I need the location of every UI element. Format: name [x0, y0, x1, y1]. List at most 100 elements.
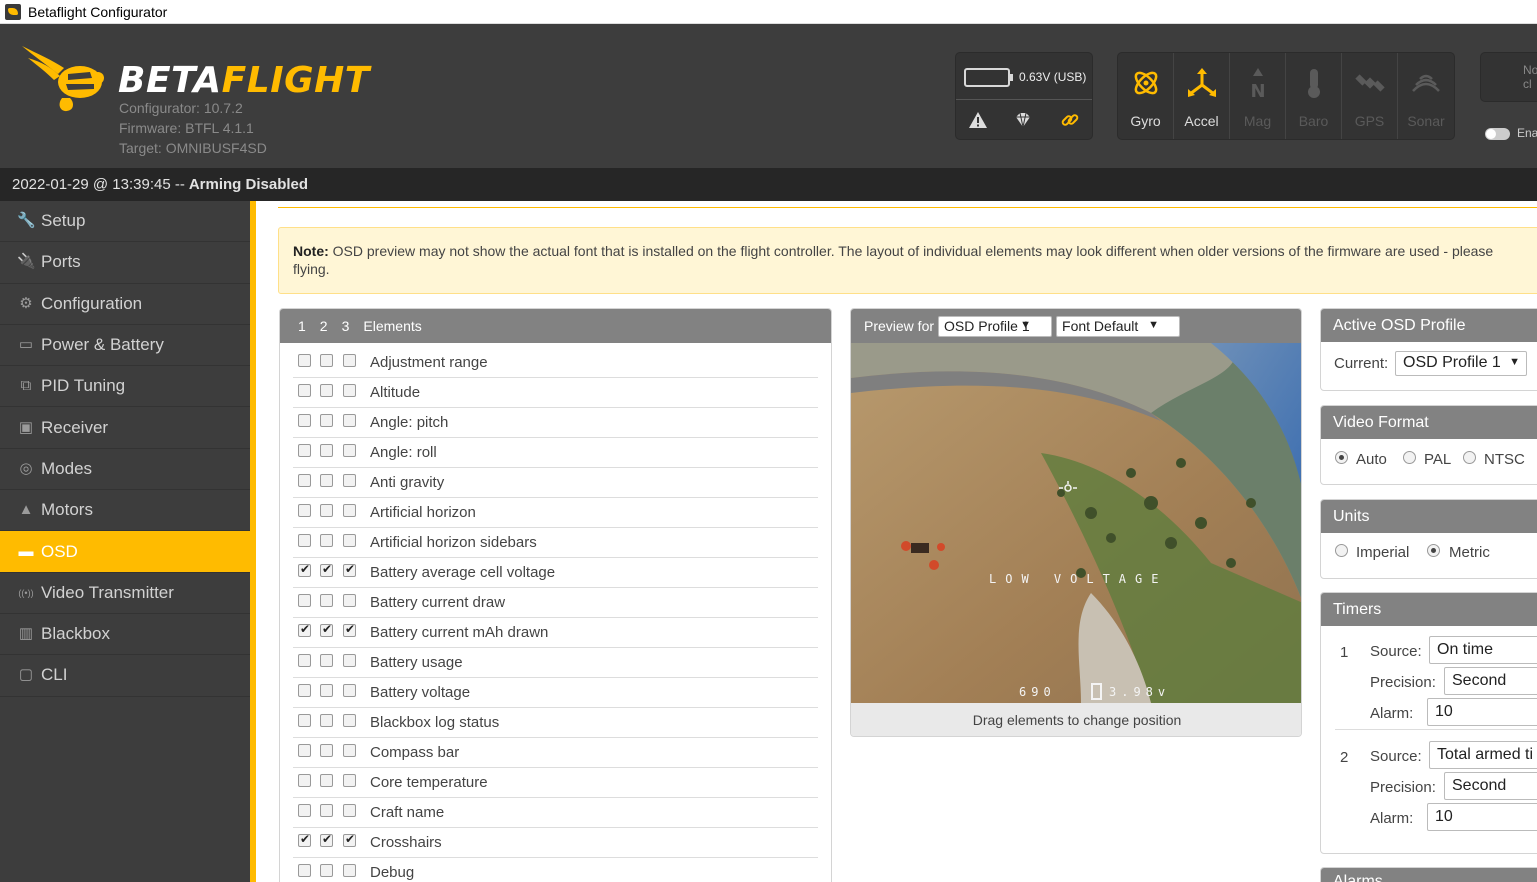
element-profile-checkbox[interactable]	[320, 744, 333, 757]
element-profile-checkbox[interactable]	[298, 414, 311, 427]
element-profile-checkbox[interactable]	[343, 744, 356, 757]
sidebar-item-motors[interactable]: ▲ Motors	[0, 490, 250, 532]
element-profile-checkbox[interactable]	[320, 654, 333, 667]
element-profile-checkbox[interactable]	[320, 832, 333, 847]
element-profile-checkbox[interactable]	[298, 504, 311, 517]
element-profile-checkbox[interactable]	[298, 594, 311, 607]
timer-precision-select[interactable]: Second	[1444, 667, 1537, 695]
element-profile-checkbox[interactable]	[343, 654, 356, 667]
element-profile-checkbox[interactable]	[298, 684, 311, 697]
element-profile-checkbox[interactable]	[343, 684, 356, 697]
element-profile-checkbox[interactable]	[320, 804, 333, 817]
font-select[interactable]: Font Default ▼	[1056, 315, 1181, 337]
element-profile-checkbox[interactable]	[298, 714, 311, 727]
element-label: Artificial horizon sidebars	[370, 534, 537, 551]
element-profile-checkbox[interactable]	[320, 864, 333, 877]
sidebar-item-pid-tuning[interactable]: ⧉ PID Tuning	[0, 366, 250, 408]
element-label: Battery usage	[370, 654, 463, 671]
element-label: Angle: pitch	[370, 414, 449, 431]
element-profile-checkbox[interactable]	[298, 534, 311, 547]
expert-mode-toggle[interactable]	[1485, 128, 1510, 140]
element-profile-checkbox[interactable]	[298, 654, 311, 667]
element-profile-checkbox[interactable]	[298, 562, 311, 577]
element-profile-checkbox[interactable]	[320, 444, 333, 457]
element-profile-checkbox[interactable]	[343, 474, 356, 487]
gps-icon	[1355, 74, 1385, 92]
sidebar-item-power-battery[interactable]: ▭ Power & Battery	[0, 325, 250, 367]
element-profile-checkbox[interactable]	[320, 594, 333, 607]
sidebar-item-blackbox[interactable]: ▥ Blackbox	[0, 614, 250, 656]
element-profile-checkbox[interactable]	[343, 504, 356, 517]
sidebar-item-modes[interactable]: ◎ Modes	[0, 449, 250, 491]
element-profile-checkbox[interactable]	[298, 444, 311, 457]
element-profile-checkbox[interactable]	[320, 384, 333, 397]
element-profile-checkbox[interactable]	[343, 562, 356, 577]
timer-source-select[interactable]: Total armed ti	[1429, 741, 1537, 769]
video-format-auto-radio[interactable]	[1335, 451, 1348, 464]
link-icon[interactable]	[1059, 109, 1081, 131]
units-imperial-radio[interactable]	[1335, 544, 1348, 557]
element-profile-checkbox[interactable]	[320, 714, 333, 727]
timer-precision-label: Precision:	[1370, 674, 1436, 691]
osd-warning-text[interactable]: LOW VOLTAGE	[989, 572, 1167, 586]
element-profile-checkbox[interactable]	[343, 594, 356, 607]
element-profile-checkbox[interactable]	[320, 534, 333, 547]
element-profile-checkbox[interactable]	[320, 622, 333, 637]
element-profile-checkbox[interactable]	[320, 354, 333, 367]
element-profile-checkbox[interactable]	[343, 832, 356, 847]
sidebar-item-setup[interactable]: 🔧 Setup	[0, 201, 250, 243]
osd-preview-image[interactable]	[851, 343, 1302, 703]
element-profile-checkbox[interactable]	[298, 864, 311, 877]
element-profile-checkbox[interactable]	[298, 622, 311, 637]
element-profile-checkbox[interactable]	[343, 384, 356, 397]
element-profile-checkbox[interactable]	[343, 414, 356, 427]
element-profile-checkbox[interactable]	[298, 832, 311, 847]
plug-icon: 🔌	[17, 253, 36, 271]
element-profile-checkbox[interactable]	[320, 774, 333, 787]
accel-icon	[1188, 68, 1216, 97]
units-metric-radio[interactable]	[1427, 544, 1440, 557]
element-profile-checkbox[interactable]	[343, 864, 356, 877]
connect-button[interactable]: No cl	[1480, 52, 1537, 102]
preview-profile-select[interactable]: OSD Profile 1 ▼	[938, 315, 1053, 337]
window-titlebar: Betaflight Configurator	[0, 0, 1537, 24]
sidebar-item-cli[interactable]: ▢ CLI	[0, 655, 250, 697]
element-profile-checkbox[interactable]	[320, 684, 333, 697]
element-profile-checkbox[interactable]	[298, 744, 311, 757]
element-profile-checkbox[interactable]	[343, 774, 356, 787]
timer-alarm-input[interactable]: 10	[1427, 698, 1537, 726]
element-profile-checkbox[interactable]	[343, 534, 356, 547]
osd-cell-voltage[interactable]: 3.98v	[1109, 685, 1170, 699]
element-profile-checkbox[interactable]	[343, 622, 356, 637]
element-profile-checkbox[interactable]	[298, 804, 311, 817]
sidebar-item-ports[interactable]: 🔌 Ports	[0, 242, 250, 284]
element-profile-checkbox[interactable]	[343, 804, 356, 817]
sidebar-item-receiver[interactable]: ▣ Receiver	[0, 407, 250, 449]
vtx-icon: ((•))	[18, 587, 34, 598]
osd-battery-icon[interactable]	[1091, 683, 1102, 700]
battery-voltage: 0.63V (USB)	[1019, 70, 1087, 84]
element-profile-checkbox[interactable]	[343, 354, 356, 367]
timer-alarm-input[interactable]: 10	[1427, 803, 1537, 831]
element-profile-checkbox[interactable]	[343, 444, 356, 457]
video-format-pal-radio[interactable]	[1403, 451, 1416, 464]
element-profile-checkbox[interactable]	[298, 384, 311, 397]
element-profile-checkbox[interactable]	[320, 474, 333, 487]
element-profile-checkbox[interactable]	[343, 714, 356, 727]
sidebar-item-video-transmitter[interactable]: ((•)) Video Transmitter	[0, 573, 250, 614]
element-profile-checkbox[interactable]	[320, 504, 333, 517]
sidebar-item-configuration[interactable]: ⚙ Configuration	[0, 284, 250, 325]
timer-source-select[interactable]: On time	[1429, 636, 1537, 664]
element-profile-checkbox[interactable]	[298, 474, 311, 487]
osd-mah-drawn[interactable]: 690	[1019, 685, 1056, 699]
element-profile-checkbox[interactable]	[298, 354, 311, 367]
element-profile-checkbox[interactable]	[320, 414, 333, 427]
sidebar-item-osd[interactable]: ▬ OSD	[0, 531, 250, 573]
current-profile-select[interactable]: OSD Profile 1 ▼	[1395, 351, 1527, 376]
sidebar-item-label: Setup	[41, 211, 86, 231]
timer-precision-select[interactable]: Second	[1444, 772, 1537, 800]
element-profile-checkbox[interactable]	[320, 562, 333, 577]
preview-caption: Drag elements to change position	[851, 703, 1301, 736]
video-format-ntsc-radio[interactable]	[1463, 451, 1476, 464]
element-profile-checkbox[interactable]	[298, 774, 311, 787]
